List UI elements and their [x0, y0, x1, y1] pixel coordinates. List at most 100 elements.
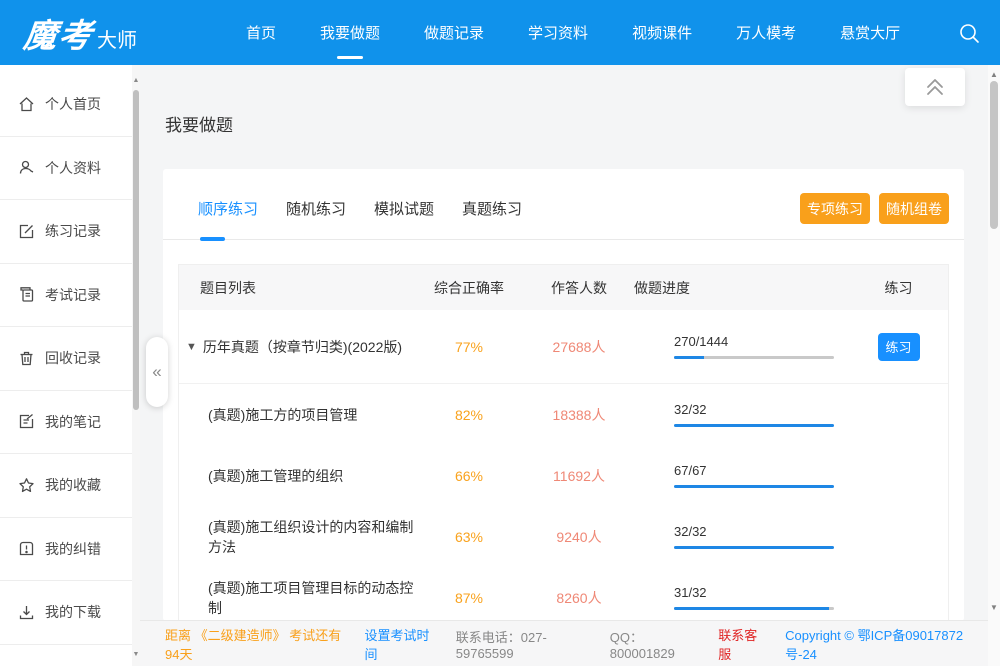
col-header-accuracy: 综合正确率 — [414, 278, 524, 298]
progress-text: 32/32 — [674, 402, 849, 417]
active-tab-indicator — [200, 237, 225, 241]
contact-service-link[interactable]: 联系客服 — [718, 625, 765, 663]
row-progress: 31/32 — [634, 585, 849, 610]
set-exam-time-link[interactable]: 设置考试时间 — [364, 625, 435, 663]
page-scrollbar[interactable]: ▲ ▼ — [988, 65, 1000, 666]
scroll-up-arrow[interactable]: ▲ — [132, 77, 140, 84]
progress-bar — [674, 607, 834, 610]
sidebar-item-label: 我的纠错 — [45, 539, 101, 559]
contact-qq: QQ：800001829 — [610, 627, 699, 661]
sidebar-scroll-thumb[interactable] — [133, 90, 139, 410]
sidebar-item-my-favorites[interactable]: 我的收藏 — [0, 454, 140, 518]
download-icon — [18, 604, 35, 621]
contact-phone: 联系电话：027-59765599 — [456, 627, 590, 661]
row-answered: 18388人 — [524, 405, 634, 425]
sidebar-item-personal-home[interactable]: 个人首页 — [0, 73, 140, 137]
progress-bar — [674, 546, 834, 549]
scroll-down-arrow[interactable]: ▼ — [132, 651, 140, 658]
sidebar-item-label: 个人首页 — [45, 94, 101, 114]
row-title[interactable]: (真题)施工项目管理目标的动态控制 — [208, 578, 414, 618]
progress-text: 67/67 — [674, 463, 849, 478]
tab-mock-test[interactable]: 模拟试题 — [374, 198, 434, 219]
sidebar-scrollbar[interactable]: ▲ ▼ — [132, 65, 140, 666]
main-content: 我要做题 顺序练习 随机练习 模拟试题 真题练习 专项练习 随机组卷 题目列表 … — [140, 65, 988, 620]
star-icon — [18, 477, 35, 494]
main-nav: 首页 我要做题 做题记录 学习资料 视频课件 万人模考 悬赏大厅 — [224, 0, 922, 65]
practice-card: 顺序练习 随机练习 模拟试题 真题练习 专项练习 随机组卷 题目列表 综合正确率… — [163, 169, 964, 620]
row-accuracy: 66% — [414, 468, 524, 484]
sidebar-item-my-corrections[interactable]: 我的纠错 — [0, 518, 140, 582]
copy-icon — [18, 286, 35, 303]
row-answered: 27688人 — [524, 337, 634, 357]
home-icon — [18, 96, 35, 113]
col-header-progress: 做题进度 — [634, 278, 849, 298]
copyright-text: Copyright © 鄂ICP备09017872号-24 — [785, 625, 974, 663]
tab-real-exam-practice[interactable]: 真题练习 — [462, 198, 522, 219]
row-accuracy: 77% — [414, 339, 524, 355]
nav-item-video-courseware[interactable]: 视频课件 — [610, 0, 714, 65]
row-title[interactable]: 历年真题（按章节归类)(2022版) — [203, 337, 402, 357]
nav-item-do-questions[interactable]: 我要做题 — [298, 0, 402, 65]
app-logo[interactable]: 魔考 大师 — [24, 9, 174, 57]
sidebar-item-exam-record[interactable]: 考试记录 — [0, 264, 140, 328]
row-accuracy: 82% — [414, 407, 524, 423]
tab-random-practice[interactable]: 随机练习 — [286, 198, 346, 219]
row-title[interactable]: (真题)施工组织设计的内容和编制方法 — [208, 517, 414, 557]
sidebar-item-label: 个人资料 — [45, 158, 101, 178]
progress-bar — [674, 485, 834, 488]
sidebar-item-label: 我的笔记 — [45, 412, 101, 432]
tabs-divider — [163, 239, 964, 240]
progress-text: 32/32 — [674, 524, 849, 539]
sidebar-item-label: 我的收藏 — [45, 475, 101, 495]
nav-item-study-material[interactable]: 学习资料 — [506, 0, 610, 65]
table-row: (真题)施工管理的组织 66% 11692人 67/67 — [179, 445, 948, 506]
nav-item-reward-hall[interactable]: 悬赏大厅 — [818, 0, 922, 65]
col-header-title: 题目列表 — [179, 278, 414, 298]
page-scroll-thumb[interactable] — [990, 81, 998, 229]
table-row: ▼ 历年真题（按章节归类)(2022版) 77% 27688人 270/1444… — [179, 310, 948, 384]
nav-item-home[interactable]: 首页 — [224, 0, 298, 65]
page-scroll-down-arrow[interactable]: ▼ — [988, 603, 1000, 612]
edit-icon — [18, 223, 35, 240]
practice-button[interactable]: 练习 — [878, 333, 920, 361]
progress-text: 270/1444 — [674, 334, 849, 349]
special-practice-button[interactable]: 专项练习 — [800, 193, 870, 224]
alert-icon — [18, 540, 35, 557]
tab-sequential-practice[interactable]: 顺序练习 — [198, 198, 258, 219]
table-row: (真题)施工组织设计的内容和编制方法 63% 9240人 32/32 — [179, 506, 948, 567]
active-nav-underline — [337, 56, 363, 59]
nav-item-mock-exam[interactable]: 万人模考 — [714, 0, 818, 65]
logo-text-main: 魔考 — [21, 9, 96, 57]
row-title[interactable]: (真题)施工方的项目管理 — [208, 405, 357, 425]
question-table: 题目列表 综合正确率 作答人数 做题进度 练习 ▼ 历年真题（按章节归类)(20… — [178, 264, 949, 620]
row-answered: 11692人 — [524, 466, 634, 486]
progress-bar — [674, 424, 834, 427]
sidebar-item-personal-info[interactable]: 个人资料 — [0, 137, 140, 201]
row-accuracy: 87% — [414, 590, 524, 606]
sidebar-collapse-handle[interactable]: « — [146, 337, 168, 407]
sidebar-item-practice-record[interactable]: 练习记录 — [0, 200, 140, 264]
collapse-caret-icon[interactable]: ▼ — [186, 341, 197, 353]
sidebar-item-label: 回收记录 — [45, 348, 101, 368]
sidebar-item-my-notes[interactable]: 我的笔记 — [0, 391, 140, 455]
search-icon[interactable] — [954, 18, 984, 48]
row-progress: 270/1444 — [634, 334, 849, 359]
row-answered: 9240人 — [524, 527, 634, 547]
row-accuracy: 63% — [414, 529, 524, 545]
row-progress: 67/67 — [634, 463, 849, 488]
sidebar-item-label: 练习记录 — [45, 221, 101, 241]
logo-text-suffix: 大师 — [97, 24, 137, 53]
sidebar-item-recycle-record[interactable]: 回收记录 — [0, 327, 140, 391]
random-paper-button[interactable]: 随机组卷 — [879, 193, 949, 224]
top-header: 魔考 大师 首页 我要做题 做题记录 学习资料 视频课件 万人模考 悬赏大厅 — [0, 0, 1000, 65]
back-to-top-button[interactable] — [905, 68, 965, 106]
row-title[interactable]: (真题)施工管理的组织 — [208, 466, 343, 486]
practice-tabs: 顺序练习 随机练习 模拟试题 真题练习 — [198, 198, 550, 219]
table-row: (真题)施工项目管理目标的动态控制 87% 8260人 31/32 — [179, 567, 948, 620]
col-header-answered: 作答人数 — [524, 278, 634, 298]
sidebar: 个人首页 个人资料 练习记录 考试记录 回收记录 我的笔记 我的收藏 我的纠错 — [0, 65, 140, 666]
nav-item-question-record[interactable]: 做题记录 — [402, 0, 506, 65]
page-scroll-up-arrow[interactable]: ▲ — [988, 70, 1000, 79]
table-row: (真题)施工方的项目管理 82% 18388人 32/32 — [179, 384, 948, 445]
sidebar-item-my-downloads[interactable]: 我的下载 — [0, 581, 140, 645]
